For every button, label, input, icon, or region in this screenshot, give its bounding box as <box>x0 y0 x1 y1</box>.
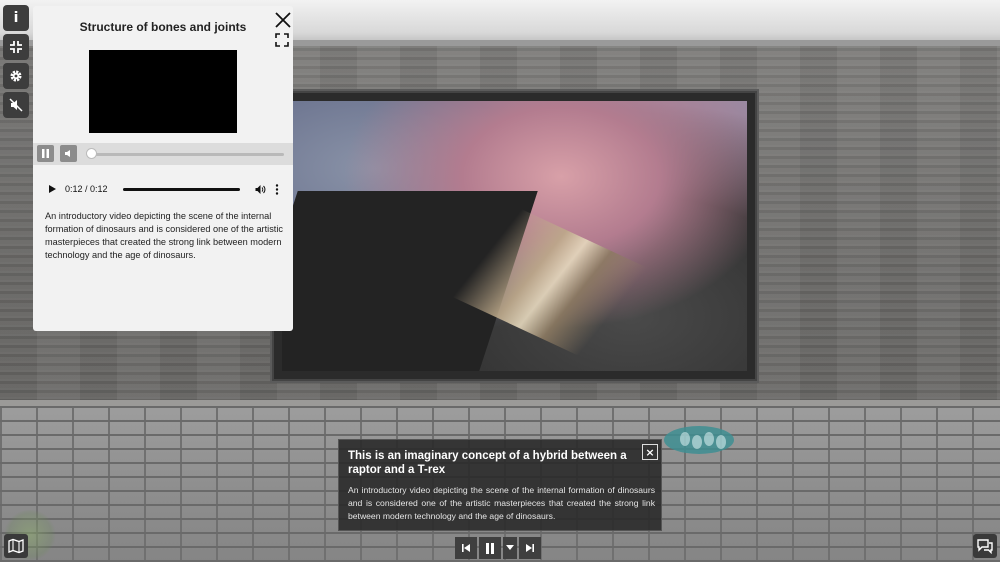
caption-text: An introductory video depicting the scen… <box>348 485 655 521</box>
caption-close-button[interactable]: × <box>642 444 658 460</box>
map-icon <box>8 538 24 554</box>
volume-icon[interactable] <box>254 184 266 195</box>
next-icon <box>526 544 534 552</box>
audio-progress-track[interactable] <box>123 187 240 191</box>
audio-time: 0:12 / 0:12 <box>65 184 108 194</box>
wall-video-frame <box>282 101 747 371</box>
caption-title: This is an imaginary concept of a hybrid… <box>348 450 627 476</box>
gear-icon <box>10 70 22 82</box>
media-controls <box>455 537 543 559</box>
caption-box: This is an imaginary concept of a hybrid… <box>338 439 662 531</box>
collapse-icon <box>10 41 22 53</box>
video-seek-track[interactable] <box>89 153 284 156</box>
video-seek-knob[interactable] <box>86 148 97 159</box>
close-icon: × <box>645 445 655 459</box>
dropdown-button[interactable] <box>503 537 517 559</box>
left-toolbar: i <box>3 5 29 121</box>
collapse-button[interactable] <box>3 34 29 60</box>
wall-video-screen[interactable] <box>272 91 757 381</box>
pause-icon <box>486 542 494 554</box>
mute-icon <box>9 98 23 112</box>
previous-button[interactable] <box>455 537 477 559</box>
pause-button[interactable] <box>479 537 501 559</box>
panel-description: An introductory video depicting the scen… <box>45 211 283 260</box>
info-button[interactable]: i <box>3 5 29 31</box>
pause-icon <box>42 149 49 158</box>
volume-icon <box>65 150 70 157</box>
settings-button[interactable] <box>3 63 29 89</box>
panel-title: Structure of bones and joints <box>79 20 247 34</box>
chat-icon <box>977 539 993 554</box>
close-icon[interactable] <box>273 10 293 30</box>
mute-button[interactable] <box>3 92 29 118</box>
audio-player: 0:12 / 0:12 <box>41 178 285 200</box>
footprint-hotspot-icon[interactable] <box>664 426 734 454</box>
video-pause-button[interactable] <box>37 145 54 162</box>
chat-button[interactable] <box>973 534 997 558</box>
dropdown-icon <box>506 545 514 550</box>
next-button[interactable] <box>519 537 541 559</box>
more-options-icon[interactable] <box>274 183 280 195</box>
previous-icon <box>462 544 470 552</box>
info-icon: i <box>13 10 19 26</box>
video-preview[interactable] <box>89 50 237 133</box>
video-volume-button[interactable] <box>60 145 77 162</box>
info-panel: Structure of bones and joints 0:12 / 0:1… <box>33 6 293 331</box>
play-icon[interactable] <box>45 184 59 194</box>
video-player-bar <box>33 143 293 165</box>
fullscreen-icon[interactable] <box>275 33 289 47</box>
map-button[interactable] <box>4 534 28 558</box>
